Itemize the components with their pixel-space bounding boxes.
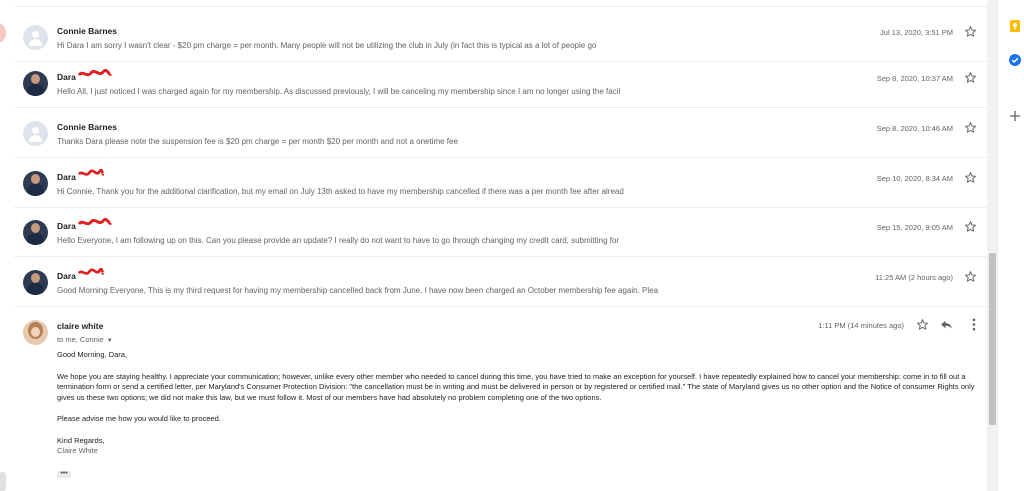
left-edge (0, 0, 14, 491)
greeting: Good Morning, Dara, (57, 350, 128, 359)
redaction-scribble (78, 169, 104, 176)
star-icon[interactable] (916, 318, 929, 331)
redaction-scribble (78, 69, 112, 77)
star-icon[interactable] (964, 25, 977, 38)
collapsed-message[interactable]: Dara Hello Everyone, I am following up o… (14, 208, 993, 257)
message-snippet: Hello Everyone, I am following up on thi… (57, 236, 620, 245)
show-trimmed-content-button[interactable]: ••• (57, 470, 71, 478)
message-body: Good Morning, Dara, We hope you are stay… (57, 350, 983, 457)
redaction-scribble (78, 218, 112, 226)
email-thread: Connie Barnes Hi Dara I am sorry I wasn'… (14, 0, 993, 491)
message-date: Sep 10, 2020, 8:34 AM (876, 174, 953, 183)
avatar (23, 25, 48, 50)
sender-name: Dara (57, 72, 76, 82)
sender-name: Connie Barnes (57, 122, 117, 132)
message-date: Sep 8, 2020, 10:37 AM (876, 74, 953, 83)
collapsed-message[interactable]: Connie Barnes Thanks Dara please note th… (14, 109, 993, 158)
avatar (23, 270, 48, 295)
collapsed-message[interactable]: Dara Hello All, I just noticed I was cha… (14, 59, 993, 108)
message-snippet: Hello All, I just noticed I was charged … (57, 87, 621, 96)
star-icon[interactable] (964, 270, 977, 283)
left-scroll-pill (0, 472, 6, 491)
body-paragraph: We hope you are staying healthy. I appre… (57, 371, 975, 402)
tasks-icon[interactable] (1009, 54, 1021, 66)
expanded-message: claire white to me, Connie ▼ 1:11 PM (14 … (14, 308, 993, 491)
recipients-label: to me, Connie (57, 335, 104, 344)
message-date: Jul 13, 2020, 3:51 PM (880, 28, 953, 37)
side-panel (997, 0, 1024, 491)
message-date: Sep 15, 2020, 9:05 AM (876, 223, 953, 232)
avatar (23, 171, 48, 196)
sender-name: Dara (57, 271, 76, 281)
star-icon[interactable] (964, 171, 977, 184)
signature: Claire White (57, 446, 98, 455)
message-date: 1:11 PM (14 minutes ago) (818, 321, 904, 330)
sender-name: Connie Barnes (57, 26, 117, 36)
sender-name: Dara (57, 172, 76, 182)
recipients-toggle[interactable]: to me, Connie ▼ (57, 335, 113, 344)
advise-line: Please advise me how you would like to p… (57, 414, 221, 423)
avatar (23, 320, 48, 345)
more-vert-icon[interactable] (972, 318, 976, 331)
divider (14, 6, 993, 7)
sender-name: claire white (57, 321, 104, 331)
star-icon[interactable] (964, 220, 977, 233)
sender-name: Dara (57, 221, 76, 231)
collapsed-message[interactable]: Dara Hi Connie, Thank you for the additi… (14, 159, 993, 208)
partial-avatar (0, 24, 6, 42)
message-snippet: Hi Dara I am sorry I wasn't clear - $20 … (57, 41, 597, 50)
reply-icon[interactable] (940, 319, 953, 330)
star-icon[interactable] (964, 71, 977, 84)
caret-down-icon: ▼ (106, 338, 113, 344)
avatar (23, 71, 48, 96)
scrollbar-thumb[interactable] (989, 253, 996, 425)
message-date: Sep 8, 2020, 10:46 AM (876, 124, 953, 133)
closing: Kind Regards, (57, 435, 105, 445)
redaction-scribble (78, 268, 104, 275)
avatar (23, 121, 48, 146)
message-snippet: Good Morning Everyone, This is my third … (57, 286, 659, 295)
collapsed-message[interactable]: Connie Barnes Hi Dara I am sorry I wasn'… (14, 13, 993, 62)
add-icon[interactable] (1009, 110, 1021, 122)
star-icon[interactable] (964, 121, 977, 134)
keep-icon[interactable] (1009, 20, 1021, 32)
message-date: 11:25 AM (2 hours ago) (875, 273, 953, 282)
collapsed-message[interactable]: Dara Good Morning Everyone, This is my t… (14, 258, 993, 307)
message-snippet: Thanks Dara please note the suspension f… (57, 137, 458, 146)
message-snippet: Hi Connie, Thank you for the additional … (57, 187, 624, 196)
avatar (23, 220, 48, 245)
